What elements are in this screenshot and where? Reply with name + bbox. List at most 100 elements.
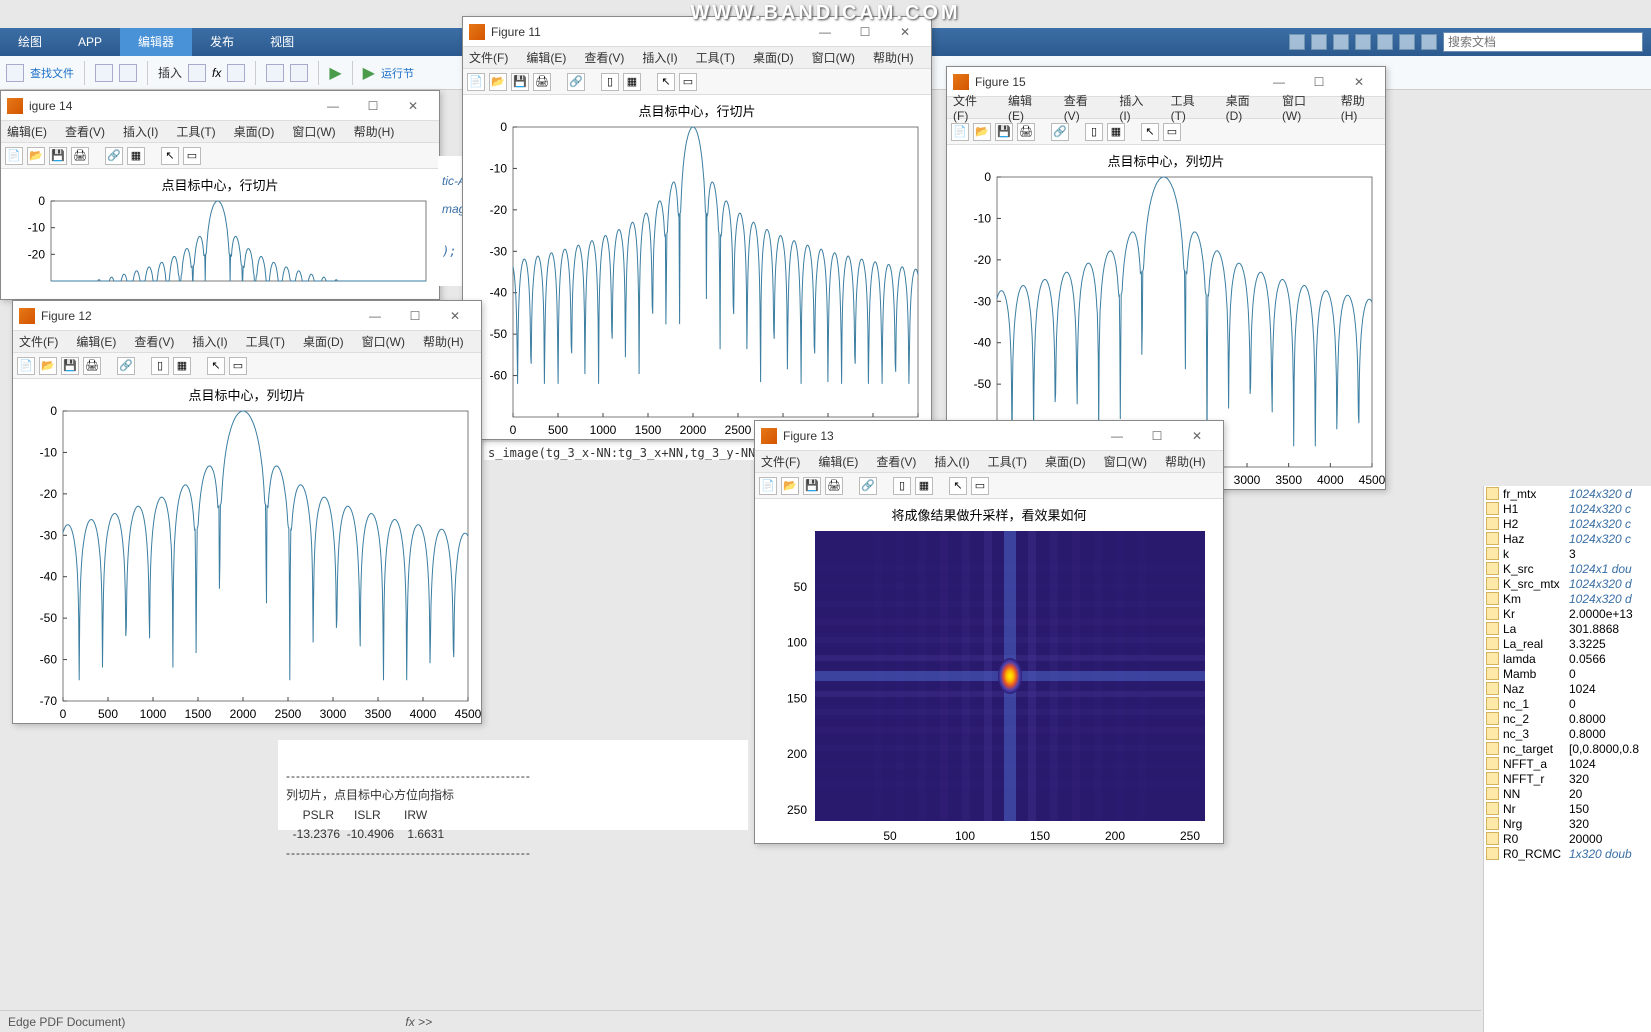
menu-edit[interactable]: 编辑(E) [818,453,858,470]
workspace-row[interactable]: Mamb0 [1484,666,1651,681]
close-button[interactable]: ✕ [393,99,433,113]
menu-tools[interactable]: 工具(T) [1171,92,1208,123]
menu-window[interactable]: 窗口(W) [362,333,405,350]
workspace-row[interactable]: NN20 [1484,786,1651,801]
new-icon[interactable]: 📄 [5,147,23,165]
menu-view[interactable]: 查看(V) [584,49,624,66]
print-icon[interactable]: 🖨 [83,357,101,375]
menu-tools[interactable]: 工具(T) [696,49,735,66]
tab-plot[interactable]: 绘图 [0,28,60,56]
print-icon[interactable]: 🖨 [533,73,551,91]
open-icon[interactable]: 📂 [489,73,507,91]
minimize-button[interactable]: — [313,99,353,113]
layout-icon[interactable]: ▭ [183,147,201,165]
new-icon[interactable]: 📄 [467,73,485,91]
menu-edit[interactable]: 编辑(E) [76,333,116,350]
run-icon[interactable]: ▶ [329,63,341,83]
tile1-icon[interactable]: ▯ [601,73,619,91]
menu-desktop[interactable]: 桌面(D) [234,123,275,140]
workspace-row[interactable]: K_src1024x1 dou [1484,561,1651,576]
layout-icon[interactable]: ▭ [1163,123,1181,141]
menu-help[interactable]: 帮助(H) [873,49,914,66]
workspace-row[interactable]: Nrg320 [1484,816,1651,831]
print-icon[interactable]: 🖨 [71,147,89,165]
tab-publish[interactable]: 发布 [192,28,252,56]
menu-edit[interactable]: 编辑(E) [526,49,566,66]
open-icon[interactable]: 📂 [973,123,991,141]
menu-desktop[interactable]: 桌面(D) [1226,92,1264,123]
menu-insert[interactable]: 插入(I) [192,333,227,350]
save-icon[interactable]: 💾 [995,123,1013,141]
fx-prompt[interactable]: fx >> [405,1015,432,1029]
menu-help[interactable]: 帮助(H) [423,333,464,350]
workspace-row[interactable]: R0_RCMC1x320 doub [1484,846,1651,861]
pointer-icon[interactable]: ↖ [949,477,967,495]
menu-help[interactable]: 帮助(H) [354,123,395,140]
menu-desktop[interactable]: 桌面(D) [1045,453,1086,470]
insert-icon[interactable] [188,64,206,82]
link-icon[interactable]: 🔗 [859,477,877,495]
menu-insert[interactable]: 插入(I) [123,123,158,140]
tab-app[interactable]: APP [60,28,120,56]
menu-window[interactable]: 窗口(W) [1104,453,1147,470]
nav-left-icon[interactable] [95,64,113,82]
maximize-button[interactable]: ☐ [1137,429,1177,443]
pointer-icon[interactable]: ↖ [207,357,225,375]
workspace-row[interactable]: fr_mtx1024x320 d [1484,486,1651,501]
menu-help[interactable]: 帮助(H) [1341,92,1379,123]
menu-edit[interactable]: 编辑(E) [1008,92,1046,123]
find-files[interactable]: 查找文件 [30,65,74,81]
menu-view[interactable]: 查看(V) [65,123,105,140]
tile2-icon[interactable]: ▦ [623,73,641,91]
tile2-icon[interactable]: ▦ [1107,123,1125,141]
minimize-button[interactable]: — [1259,75,1299,89]
link-icon[interactable]: 🔗 [105,147,123,165]
menu-desktop[interactable]: 桌面(D) [303,333,344,350]
close-button[interactable]: ✕ [885,25,925,39]
menu-file[interactable]: 文件(F) [19,333,58,350]
maximize-button[interactable]: ☐ [1299,75,1339,89]
menu-insert[interactable]: 插入(I) [934,453,969,470]
workspace-row[interactable]: K_src_mtx1024x320 d [1484,576,1651,591]
menu-view[interactable]: 查看(V) [134,333,174,350]
open-icon[interactable]: 📂 [39,357,57,375]
paste-icon[interactable] [1355,34,1371,50]
save-icon[interactable]: 💾 [511,73,529,91]
link-icon[interactable]: 🔗 [1051,123,1069,141]
link-icon[interactable]: 🔗 [117,357,135,375]
workspace-row[interactable]: k3 [1484,546,1651,561]
print-icon[interactable]: 🖨 [1017,123,1035,141]
redo-icon[interactable] [1399,34,1415,50]
close-button[interactable]: ✕ [1339,75,1379,89]
fx-icon[interactable] [227,64,245,82]
workspace-row[interactable]: Haz1024x320 c [1484,531,1651,546]
menu-help[interactable]: 帮助(H) [1165,453,1206,470]
open-icon[interactable]: 📂 [27,147,45,165]
workspace-row[interactable]: nc_10 [1484,696,1651,711]
save-icon[interactable]: 💾 [61,357,79,375]
print-icon[interactable]: 🖨 [825,477,843,495]
save-icon[interactable]: 💾 [803,477,821,495]
tab-view[interactable]: 视图 [252,28,312,56]
new-icon[interactable]: 📄 [759,477,777,495]
menu-window[interactable]: 窗口(W) [1282,92,1323,123]
tile2-icon[interactable]: ▦ [915,477,933,495]
link-icon[interactable]: 🔗 [567,73,585,91]
minimize-button[interactable]: — [355,309,395,323]
workspace-row[interactable]: R020000 [1484,831,1651,846]
menu-insert[interactable]: 插入(I) [1119,92,1152,123]
pointer-icon[interactable]: ↖ [1141,123,1159,141]
layout-icon[interactable]: ▭ [229,357,247,375]
find-icon[interactable] [6,64,24,82]
run-section[interactable]: 运行节 [381,65,414,81]
workspace-row[interactable]: Km1024x320 d [1484,591,1651,606]
menu-desktop[interactable]: 桌面(D) [753,49,794,66]
undo-icon[interactable] [1377,34,1393,50]
menu-edit[interactable]: 编辑(E) [7,123,47,140]
new-icon[interactable]: 📄 [951,123,969,141]
tab-editor[interactable]: 编辑器 [120,28,192,56]
tile-icon[interactable]: ▦ [127,147,145,165]
menu-tools[interactable]: 工具(T) [176,123,215,140]
open-icon[interactable]: 📂 [781,477,799,495]
menu-view[interactable]: 查看(V) [876,453,916,470]
